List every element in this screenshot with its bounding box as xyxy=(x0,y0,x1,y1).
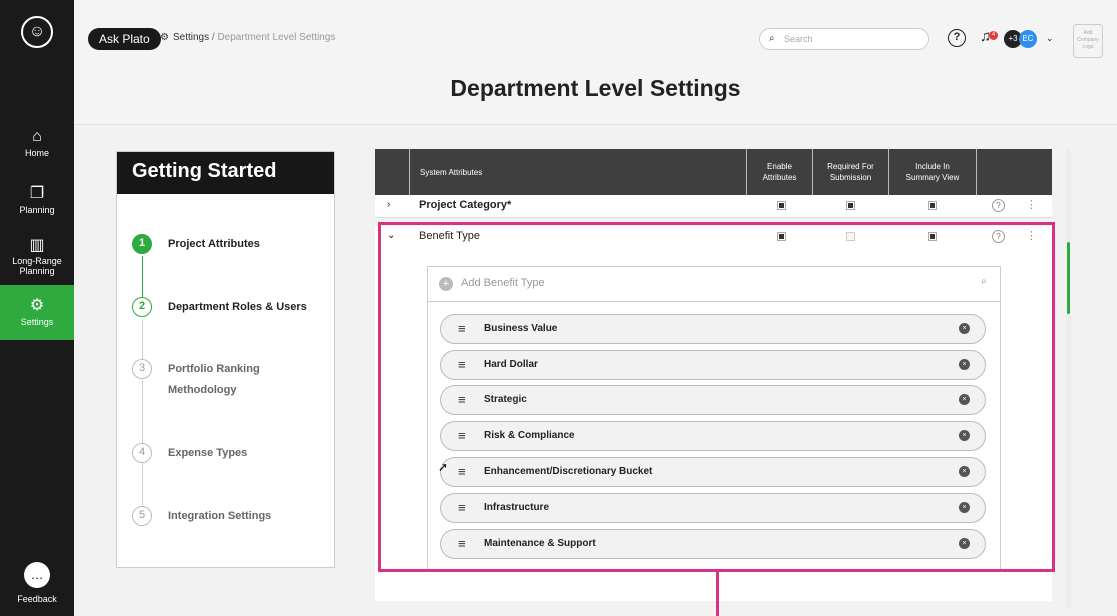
more-options-icon[interactable]: ⋮ xyxy=(1026,198,1037,211)
step-connector xyxy=(142,256,143,300)
step-number: 5 xyxy=(132,506,152,526)
attributes-table-header: System Attributes Enable Attributes Requ… xyxy=(375,149,1052,195)
copy-icon: ❐ xyxy=(29,185,45,202)
header-enable-attributes: Enable Attributes xyxy=(746,149,812,195)
chevron-down-icon[interactable]: ⌄ xyxy=(1046,33,1054,44)
ask-plato-button[interactable]: Ask Plato xyxy=(88,28,161,50)
map-icon: ▥ xyxy=(29,237,45,254)
header-system-attributes: System Attributes xyxy=(409,149,746,195)
breadcrumb-separator: / xyxy=(211,32,215,43)
header-include-in-summary: Include In Summary View xyxy=(888,149,976,195)
plato-logo-icon[interactable]: ☺ xyxy=(21,16,53,48)
top-bar: Ask Plato ⚙ Settings / Department Level S… xyxy=(74,0,1117,125)
chat-bubble-icon: … xyxy=(24,562,50,588)
chevron-right-icon[interactable]: › xyxy=(387,199,390,210)
gear-icon: ⚙ xyxy=(160,32,169,43)
search-placeholder: Search xyxy=(784,34,813,44)
home-icon: ⌂ xyxy=(32,128,42,145)
step-number: 1 xyxy=(132,234,152,254)
search-input[interactable]: ⌕ Search xyxy=(759,28,929,50)
nav-home[interactable]: ⌂ Home xyxy=(0,128,74,170)
enable-checkbox[interactable] xyxy=(777,201,786,210)
help-icon[interactable]: ? xyxy=(992,199,1005,212)
table-row[interactable]: › Project Category* ? ⋮ xyxy=(375,195,1052,218)
step-number: 4 xyxy=(132,443,152,463)
company-logo-placeholder[interactable]: Add Company Logo xyxy=(1073,24,1103,58)
highlight-connector xyxy=(716,572,719,616)
summary-checkbox[interactable] xyxy=(928,201,937,210)
nav-settings-label: Settings xyxy=(20,317,54,327)
search-icon: ⌕ xyxy=(769,33,775,44)
notification-badge: 4 xyxy=(989,31,998,40)
nav-home-label: Home xyxy=(24,148,49,158)
gear-icon: ⚙ xyxy=(29,297,45,314)
breadcrumb-settings[interactable]: Settings xyxy=(173,32,209,43)
nav-settings[interactable]: ⚙ Settings xyxy=(0,285,74,340)
step-label: Integration Settings xyxy=(168,510,272,522)
header-required-for-submission: Required For Submission xyxy=(812,149,888,195)
step-connector xyxy=(142,381,143,451)
highlight-box xyxy=(378,222,1055,572)
avatar[interactable]: EC xyxy=(1019,30,1037,48)
nav-planning[interactable]: ❐ Planning xyxy=(0,183,74,225)
scrollbar-thumb[interactable] xyxy=(1067,242,1070,314)
step-label: Expense Types xyxy=(168,447,248,459)
nav-long-range-planning[interactable]: ▥ Long-Range Planning xyxy=(0,238,74,284)
step-connector xyxy=(142,319,143,361)
header-spacer xyxy=(375,149,409,195)
mouse-cursor-icon: ➚ xyxy=(438,460,449,474)
required-checkbox[interactable] xyxy=(846,201,855,210)
scrollbar-track[interactable] xyxy=(1066,149,1071,609)
step-connector xyxy=(142,463,143,505)
breadcrumb-current: Department Level Settings xyxy=(217,32,336,43)
step-label: Department Roles & Users xyxy=(168,301,307,313)
getting-started-panel: Getting Started 1 Project Attributes 2 D… xyxy=(116,151,335,568)
attribute-name: Project Category* xyxy=(419,199,512,211)
step-label: Portfolio Ranking Methodology xyxy=(168,363,260,396)
help-icon[interactable]: ? xyxy=(948,29,966,47)
step-number: 2 xyxy=(132,297,152,317)
feedback-label: Feedback xyxy=(17,594,57,604)
nav-long-range-planning-label: Long-Range Planning xyxy=(12,256,62,276)
feedback-button[interactable]: … Feedback xyxy=(0,562,74,604)
nav-planning-label: Planning xyxy=(19,205,55,215)
step-number: 3 xyxy=(132,359,152,379)
page-title: Department Level Settings xyxy=(450,75,741,101)
getting-started-title: Getting Started xyxy=(117,152,334,194)
breadcrumb: ⚙ Settings / Department Level Settings xyxy=(160,32,335,43)
step-label: Project Attributes xyxy=(168,238,260,250)
header-actions xyxy=(976,149,1052,195)
left-nav: ☺ ⌂ Home ❐ Planning ▥ Long-Range Plannin… xyxy=(0,0,74,616)
